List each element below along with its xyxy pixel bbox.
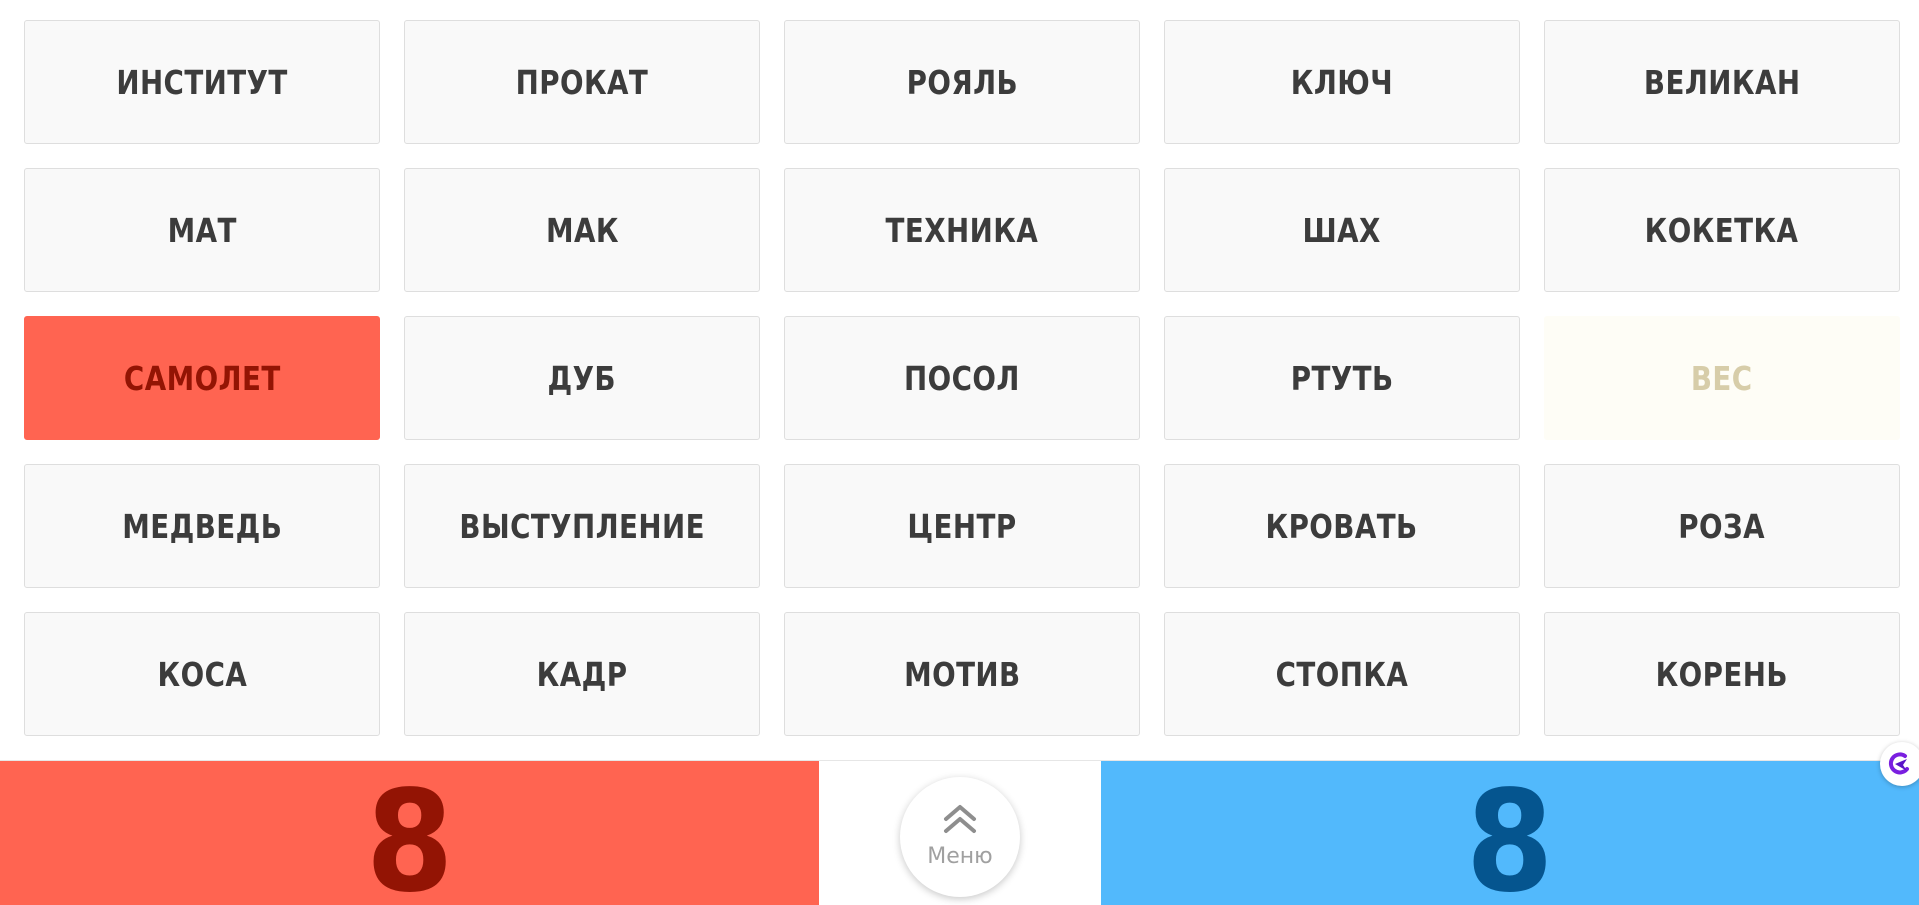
card-2[interactable]: РОЯЛЬ [784, 20, 1140, 144]
red-score-value: 8 [365, 761, 454, 905]
card-word: РТУТЬ [1290, 358, 1394, 398]
card-4[interactable]: ВЕЛИКАН [1544, 20, 1900, 144]
card-12[interactable]: ПОСОЛ [784, 316, 1140, 440]
card-word: ПРОКАТ [515, 62, 649, 102]
word-grid: ИНСТИТУТ ПРОКАТ РОЯЛЬ КЛЮЧ ВЕЛИКАН МАТ М… [0, 0, 1919, 760]
card-9[interactable]: КОКЕТКА [1544, 168, 1900, 292]
card-word: КОРЕНЬ [1655, 654, 1789, 694]
double-chevron-up-icon [942, 802, 978, 838]
card-7[interactable]: ТЕХНИКА [784, 168, 1140, 292]
card-word: МАК [545, 210, 619, 250]
card-word: ЦЕНТР [907, 506, 1017, 546]
card-21[interactable]: КАДР [404, 612, 760, 736]
card-word: КРОВАТЬ [1265, 506, 1419, 546]
card-10[interactable]: САМОЛЕТ [24, 316, 380, 440]
card-word: САМОЛЕТ [123, 358, 281, 398]
card-24[interactable]: КОРЕНЬ [1544, 612, 1900, 736]
card-17[interactable]: ЦЕНТР [784, 464, 1140, 588]
card-word: МОТИВ [903, 654, 1021, 694]
card-11[interactable]: ДУБ [404, 316, 760, 440]
card-20[interactable]: КОСА [24, 612, 380, 736]
card-word: КОКЕТКА [1645, 210, 1799, 250]
blue-team-score: 8 [1101, 761, 1919, 905]
card-word: ВЕС [1691, 358, 1753, 398]
card-word: СТОПКА [1275, 654, 1409, 694]
card-word: КАДР [536, 654, 628, 694]
card-18[interactable]: КРОВАТЬ [1164, 464, 1520, 588]
card-word: ДУБ [547, 358, 617, 398]
red-team-score: 8 [0, 761, 819, 905]
card-13[interactable]: РТУТЬ [1164, 316, 1520, 440]
card-1[interactable]: ПРОКАТ [404, 20, 760, 144]
card-0[interactable]: ИНСТИТУТ [24, 20, 380, 144]
card-word: КОСА [157, 654, 247, 694]
menu-button[interactable]: Меню [900, 777, 1020, 897]
card-8[interactable]: ШАХ [1164, 168, 1520, 292]
card-5[interactable]: МАТ [24, 168, 380, 292]
card-word: ВЫСТУПЛЕНИЕ [459, 506, 705, 546]
card-16[interactable]: ВЫСТУПЛЕНИЕ [404, 464, 760, 588]
menu-label: Меню [927, 843, 993, 869]
card-6[interactable]: МАК [404, 168, 760, 292]
card-word: КЛЮЧ [1290, 62, 1394, 102]
card-22[interactable]: МОТИВ [784, 612, 1140, 736]
assistant-widget-icon[interactable] [1880, 742, 1919, 786]
card-15[interactable]: МЕДВЕДЬ [24, 464, 380, 588]
card-19[interactable]: РОЗА [1544, 464, 1900, 588]
card-word: РОЯЛЬ [906, 62, 1018, 102]
card-word: ШАХ [1302, 210, 1382, 250]
card-word: ИНСТИТУТ [116, 62, 288, 102]
card-word: ПОСОЛ [904, 358, 1020, 398]
card-3[interactable]: КЛЮЧ [1164, 20, 1520, 144]
card-23[interactable]: СТОПКА [1164, 612, 1520, 736]
card-word: МАТ [167, 210, 237, 250]
card-word: ВЕЛИКАН [1643, 62, 1801, 102]
card-14[interactable]: ВЕС [1544, 316, 1900, 440]
card-word: РОЗА [1678, 506, 1766, 546]
blue-score-value: 8 [1466, 761, 1554, 905]
card-word: ТЕХНИКА [885, 210, 1039, 250]
card-word: МЕДВЕДЬ [121, 506, 283, 546]
